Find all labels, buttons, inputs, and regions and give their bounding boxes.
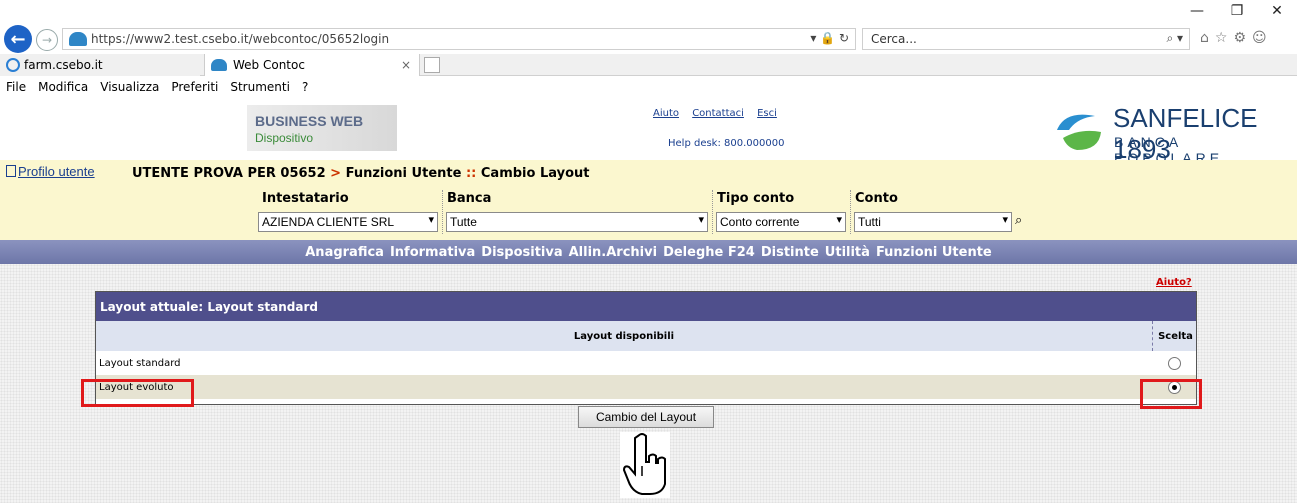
tab-label: Web Contoc [233, 58, 305, 72]
table-header: Layout disponibili Scelta [96, 321, 1196, 351]
chevron-down-icon: ▾ [1002, 214, 1008, 226]
conto-select[interactable]: Tutti ▾ [854, 212, 1012, 232]
url-controls[interactable]: ▾ 🔒 ↻ [810, 31, 849, 45]
tab-close-icon[interactable]: × [401, 58, 411, 72]
help-link[interactable]: Aiuto? [1156, 277, 1192, 288]
conto-label: Conto [855, 191, 898, 206]
breadcrumb-page: Cambio Layout [480, 166, 590, 181]
banca-value: Tutte [450, 215, 477, 229]
contact-link[interactable]: Contattaci [692, 108, 744, 119]
menu-preferiti[interactable]: Preferiti [171, 80, 218, 94]
breadcrumb-section: Funzioni Utente [345, 166, 462, 181]
divider [850, 190, 851, 234]
site-icon [69, 32, 87, 46]
nav-distinte[interactable]: Distinte [761, 245, 819, 260]
layout-label: Layout standard [99, 357, 181, 369]
menu-help[interactable]: ? [302, 80, 308, 94]
col-choice: Scelta [1152, 321, 1198, 351]
business-title: BUSINESS WEB [255, 113, 364, 129]
header-links: Aiuto Contattaci Esci [653, 108, 787, 119]
intestatario-value: AZIENDA CLIENTE SRL [262, 215, 395, 229]
menu-strumenti[interactable]: Strumenti [230, 80, 290, 94]
intestatario-select[interactable]: AZIENDA CLIENTE SRL ▾ [258, 212, 438, 232]
tab-web-contoc[interactable]: Web Contoc × [204, 54, 420, 76]
new-tab-icon[interactable] [424, 57, 440, 73]
banca-select[interactable]: Tutte ▾ [446, 212, 708, 232]
breadcrumb-user: UTENTE PROVA PER 05652 [132, 166, 326, 181]
breadcrumb: UTENTE PROVA PER 05652 > Funzioni Utente… [132, 166, 590, 181]
url-field[interactable]: https://www2.test.csebo.it/webcontoc/056… [62, 28, 856, 50]
intestatario-label: Intestatario [262, 191, 349, 206]
breadcrumb-sep: > [330, 166, 342, 181]
user-icon [6, 165, 16, 177]
nav-informativa[interactable]: Informativa [390, 245, 475, 260]
helpdesk-text: Help desk: 800.000000 [668, 138, 785, 149]
window-title-bar: — ❐ ✕ [0, 0, 1297, 22]
restore-icon[interactable]: ❐ [1217, 0, 1257, 22]
tipo-conto-value: Conto corrente [720, 215, 800, 229]
chevron-down-icon: ▾ [836, 214, 842, 226]
menu-modifica[interactable]: Modifica [38, 80, 88, 94]
business-subtitle: Dispositivo [255, 131, 314, 145]
conto-value: Tutti [858, 215, 881, 229]
toolbar-icons[interactable]: ⌂☆⚙☺ [1200, 30, 1273, 46]
tipo-conto-label: Tipo conto [717, 191, 795, 206]
nav-dispositiva[interactable]: Dispositiva [481, 245, 562, 260]
url-text: https://www2.test.csebo.it/webcontoc/056… [91, 32, 390, 46]
nav-deleghe-f24[interactable]: Deleghe F24 [663, 245, 755, 260]
nav-utilita[interactable]: Utilità [825, 245, 870, 260]
forward-button[interactable]: → [36, 29, 58, 51]
search-icon[interactable]: ⌕ ▾ [1166, 31, 1183, 46]
divider [712, 190, 713, 234]
close-icon[interactable]: ✕ [1257, 0, 1297, 22]
tab-label: farm.csebo.it [24, 58, 103, 72]
highlight-box [81, 379, 194, 407]
main-nav: Anagrafica Informativa Dispositiva Allin… [0, 240, 1297, 264]
logout-link[interactable]: Esci [757, 108, 777, 119]
menu-bar: File Modifica Visualizza Preferiti Strum… [0, 76, 1297, 98]
layout-standard-radio[interactable] [1168, 356, 1181, 370]
address-bar-row: ← → https://www2.test.csebo.it/webcontoc… [0, 22, 1297, 54]
business-web-badge: BUSINESS WEB Dispositivo [247, 105, 397, 151]
tab-strip: farm.csebo.it Web Contoc × [0, 54, 1297, 76]
ie-icon [6, 58, 20, 72]
tipo-conto-select[interactable]: Conto corrente ▾ [716, 212, 846, 232]
minimize-icon[interactable]: — [1177, 0, 1217, 22]
chevron-down-icon: ▾ [698, 214, 704, 226]
search-placeholder: Cerca... [871, 32, 917, 46]
bank-logo-icon [1057, 114, 1101, 150]
search-icon[interactable]: ⌕ [1015, 213, 1022, 228]
help-link[interactable]: Aiuto [653, 108, 679, 119]
tab-farm[interactable]: farm.csebo.it [0, 54, 200, 76]
panel-title: Layout attuale: Layout standard [96, 292, 1196, 321]
page-header: BUSINESS WEB Dispositivo Aiuto Contattac… [0, 98, 1297, 166]
layout-panel: Layout attuale: Layout standard Layout d… [95, 291, 1197, 405]
change-layout-button[interactable]: Cambio del Layout [578, 406, 714, 428]
menu-visualizza[interactable]: Visualizza [100, 80, 159, 94]
table-row: Layout evoluto [96, 375, 1196, 399]
nav-anagrafica[interactable]: Anagrafica [305, 245, 384, 260]
banca-label: Banca [447, 191, 492, 206]
filter-area: Profilo utente UTENTE PROVA PER 05652 > … [0, 160, 1297, 240]
menu-file[interactable]: File [6, 80, 26, 94]
back-button[interactable]: ← [4, 25, 32, 53]
main-content: Aiuto? Layout attuale: Layout standard L… [0, 264, 1297, 503]
breadcrumb-sep: :: [465, 166, 477, 181]
table-row: Layout standard [96, 351, 1196, 375]
nav-funzioni-utente[interactable]: Funzioni Utente [876, 245, 992, 260]
nav-allin-archivi[interactable]: Allin.Archivi [569, 245, 657, 260]
profile-link[interactable]: Profilo utente [6, 164, 95, 179]
pointer-hand-icon [620, 432, 670, 498]
divider [442, 190, 443, 234]
chevron-down-icon: ▾ [428, 214, 434, 226]
highlight-box [1140, 379, 1202, 409]
search-input[interactable]: Cerca... ⌕ ▾ [862, 28, 1190, 50]
site-icon [211, 59, 227, 71]
col-layouts: Layout disponibili [573, 330, 675, 342]
